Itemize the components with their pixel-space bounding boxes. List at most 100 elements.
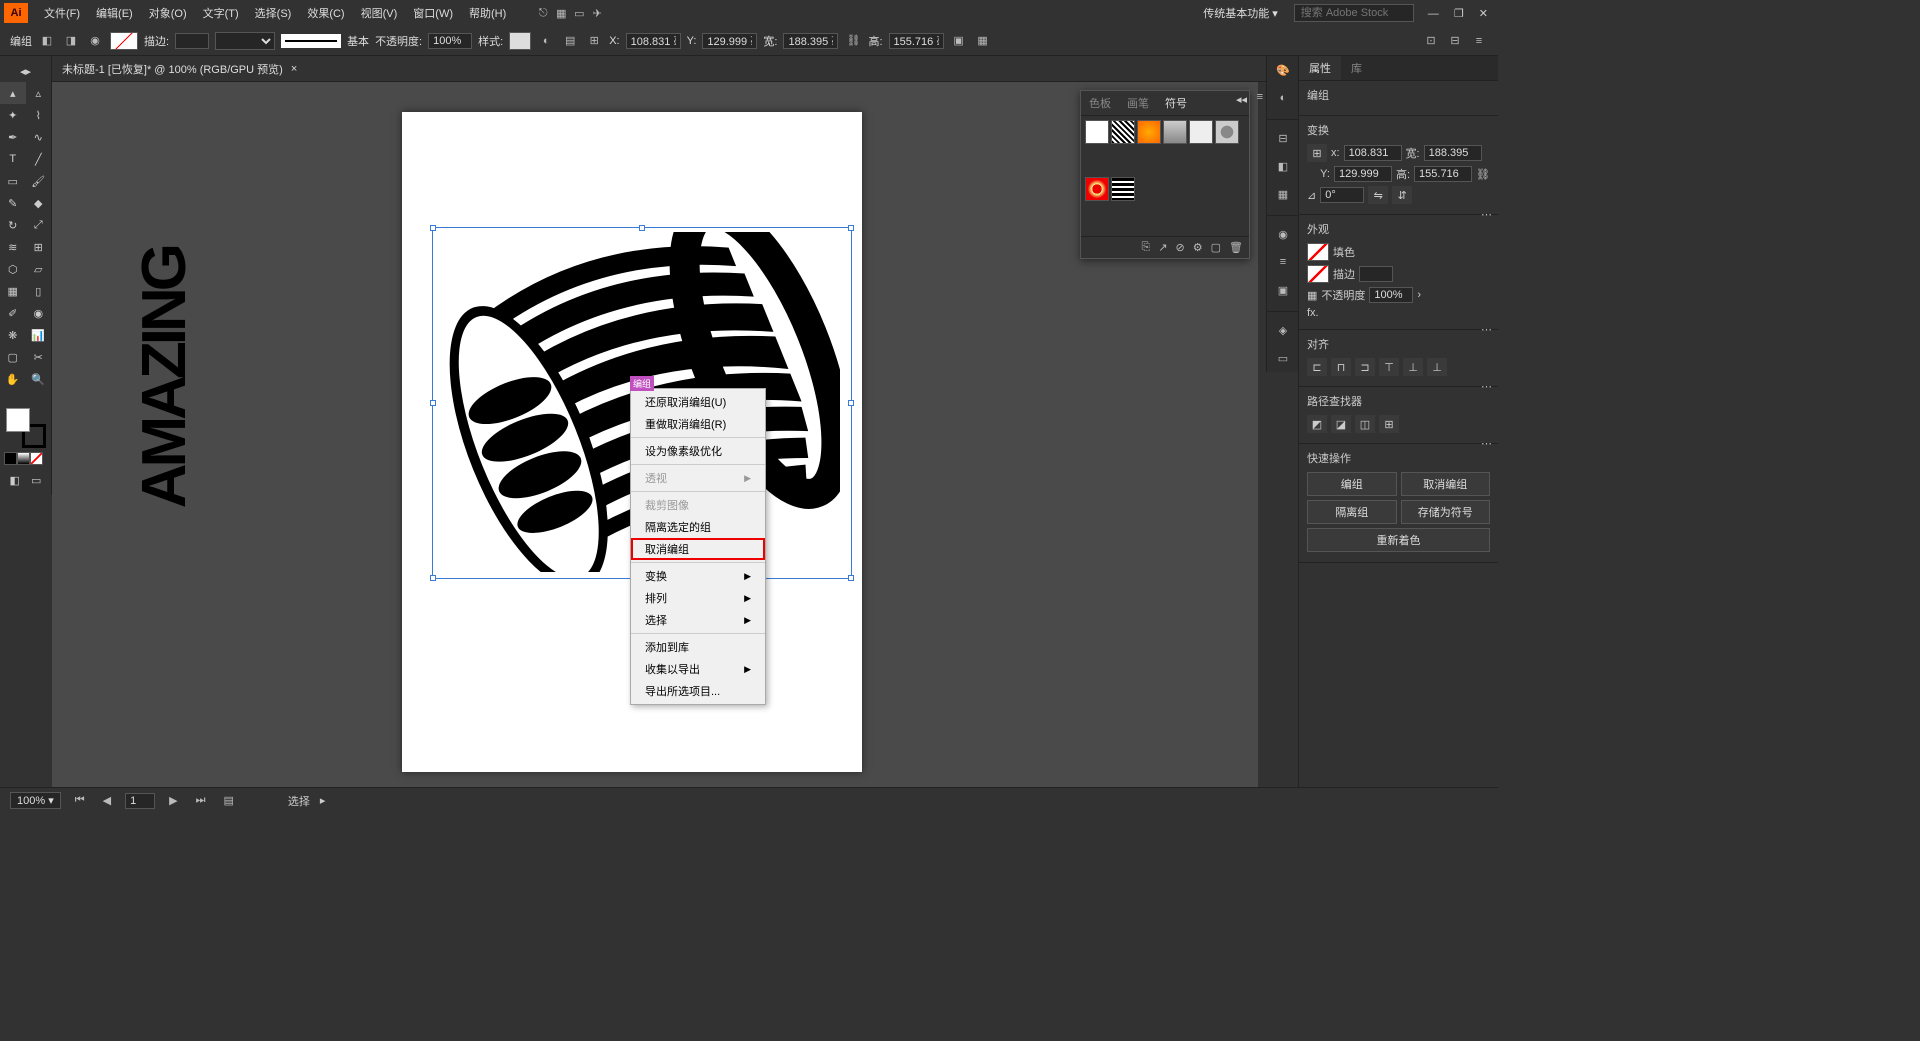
symbol-item[interactable] — [1085, 120, 1109, 144]
first-artboard-icon[interactable]: ⏮ — [71, 794, 89, 807]
symbol-options-icon[interactable]: ⚙ — [1193, 241, 1203, 254]
context-menu-item[interactable]: 收集以导出▶ — [631, 658, 765, 680]
pathfinder-more-icon[interactable]: ⋯ — [1481, 437, 1492, 450]
symbol-item[interactable] — [1085, 177, 1109, 201]
shaper-tool[interactable]: ✎ — [0, 192, 26, 214]
y-input[interactable] — [702, 33, 757, 49]
color-panel-icon[interactable]: 🎨 — [1267, 56, 1299, 84]
pf-minus[interactable]: ◪ — [1331, 415, 1351, 433]
perspective-tool[interactable]: ▱ — [26, 258, 52, 280]
magic-wand-tool[interactable]: ✦ — [0, 104, 26, 126]
type-tool[interactable]: T — [0, 148, 26, 170]
artboard-nav-icon[interactable]: ▤ — [219, 794, 237, 807]
line-tool[interactable]: ╱ — [26, 148, 52, 170]
brushes-tab[interactable]: 画笔 — [1119, 91, 1157, 115]
align-left[interactable]: ⊏ — [1307, 358, 1327, 376]
prop-y-input[interactable] — [1334, 166, 1392, 182]
symbol-item[interactable] — [1189, 120, 1213, 144]
symbol-place-icon[interactable]: ↗ — [1158, 241, 1167, 254]
properties-tab[interactable]: 属性 — [1299, 56, 1341, 80]
color-mode-normal[interactable] — [4, 452, 17, 465]
symbol-new-icon[interactable]: ▢ — [1211, 241, 1221, 254]
link-wh-icon[interactable]: ⛓ — [844, 32, 862, 50]
screen-mode-icon[interactable]: ▭ — [26, 469, 48, 491]
rotate-tool[interactable]: ↻ — [0, 214, 26, 236]
save-symbol-button[interactable]: 存储为符号 — [1401, 500, 1491, 524]
symbol-item[interactable] — [1215, 120, 1239, 144]
clip-icon[interactable]: ⊟ — [1446, 32, 1464, 50]
window-maximize[interactable]: ❐ — [1448, 8, 1470, 20]
gpu-icon[interactable]: ▭ — [570, 4, 588, 22]
appearance-panel-icon[interactable]: ◉ — [1267, 220, 1299, 248]
draw-mode-icon[interactable]: ◧ — [4, 469, 26, 491]
prop-angle-input[interactable] — [1320, 187, 1364, 203]
context-menu-item[interactable]: 变换▶ — [631, 565, 765, 587]
fill-swatch[interactable] — [1307, 243, 1329, 261]
context-menu-item[interactable]: 隔离选定的组 — [631, 516, 765, 538]
fx-label[interactable]: fx. — [1307, 307, 1319, 319]
envelope-icon[interactable]: ▦ — [974, 32, 992, 50]
isolate-icon[interactable]: ⊡ — [1422, 32, 1440, 50]
prop-opacity-input[interactable] — [1369, 287, 1413, 303]
mesh-tool[interactable]: ▦ — [0, 280, 26, 302]
symbol-item[interactable] — [1163, 120, 1187, 144]
menu-file[interactable]: 文件(F) — [36, 5, 88, 21]
symbols-tab[interactable]: 符号 — [1157, 91, 1195, 115]
libraries-tab[interactable]: 库 — [1341, 56, 1372, 80]
stroke-profile-dropdown[interactable] — [215, 32, 275, 50]
prop-h-input[interactable] — [1414, 166, 1472, 182]
color-mode-gradient[interactable] — [17, 452, 30, 465]
context-menu-item[interactable]: 导出所选项目... — [631, 680, 765, 702]
direct-selection-tool[interactable]: ▵ — [26, 82, 52, 104]
lasso-tool[interactable]: ⌇ — [26, 104, 52, 126]
gradient-tool[interactable]: ▯ — [26, 280, 52, 302]
curvature-tool[interactable]: ∿ — [26, 126, 52, 148]
symbol-lib-icon[interactable]: ⎘ — [1142, 241, 1151, 254]
menu-help[interactable]: 帮助(H) — [461, 5, 514, 21]
stroke-panel-icon[interactable]: ⊟ — [1267, 124, 1299, 152]
panel-menu-icon[interactable]: ≡ — [1257, 91, 1263, 103]
free-transform-tool[interactable]: ⊞ — [26, 236, 52, 258]
eraser-tool[interactable]: ◆ — [26, 192, 52, 214]
symbol-sprayer-tool[interactable]: ❋ — [0, 324, 26, 346]
align-top[interactable]: ⊤ — [1379, 358, 1399, 376]
tab-close-icon[interactable]: × — [291, 63, 297, 75]
asset-export-icon[interactable]: ▣ — [1267, 276, 1299, 304]
symbol-item[interactable] — [1137, 120, 1161, 144]
context-menu-item[interactable]: 排列▶ — [631, 587, 765, 609]
h-input[interactable] — [889, 33, 944, 49]
arrange-doc-icon[interactable]: ▦ — [552, 4, 570, 22]
menu-window[interactable]: 窗口(W) — [405, 5, 461, 21]
eyedropper-tool[interactable]: ✐ — [0, 302, 26, 324]
color-swatch[interactable] — [110, 32, 138, 50]
pf-intersect[interactable]: ◫ — [1355, 415, 1375, 433]
zoom-dropdown[interactable]: 100% ▾ — [10, 792, 61, 809]
graph-tool[interactable]: 📊 — [26, 324, 52, 346]
x-input[interactable] — [626, 33, 681, 49]
context-menu-item[interactable]: 取消编组 — [631, 538, 765, 560]
prop-x-input[interactable] — [1344, 145, 1402, 161]
transform-anchor-icon[interactable]: ⊞ — [585, 32, 603, 50]
flip-v-icon[interactable]: ⇵ — [1392, 186, 1412, 204]
adobe-stock-search[interactable] — [1294, 4, 1414, 22]
context-menu-item[interactable]: 选择▶ — [631, 609, 765, 631]
gradient-panel-icon[interactable]: ◧ — [1267, 152, 1299, 180]
canvas[interactable]: AMAZING — [52, 82, 1258, 787]
align-vcenter[interactable]: ⊥ — [1403, 358, 1423, 376]
graphic-styles-icon[interactable]: ≡ — [1267, 248, 1299, 276]
pf-unite[interactable]: ◩ — [1307, 415, 1327, 433]
symbol-item[interactable] — [1111, 177, 1135, 201]
recolor-art-icon[interactable]: ◐ — [537, 32, 555, 50]
stroke-swatch-icon[interactable]: ◨ — [62, 32, 80, 50]
pf-exclude[interactable]: ⊞ — [1379, 415, 1399, 433]
symbol-item[interactable] — [1111, 120, 1135, 144]
recolor-button[interactable]: 重新着色 — [1307, 528, 1490, 552]
expand-toolbar-icon[interactable]: ◂▸ — [0, 60, 51, 82]
menu-effect[interactable]: 效果(C) — [299, 5, 352, 21]
zoom-tool[interactable]: 🔍 — [26, 368, 52, 390]
selection-tool[interactable]: ▴ — [0, 82, 26, 104]
artboard-number-input[interactable] — [125, 793, 155, 809]
next-artboard-icon[interactable]: ▶ — [165, 794, 181, 807]
color-mode-none[interactable] — [30, 452, 43, 465]
rectangle-tool[interactable]: ▭ — [0, 170, 26, 192]
